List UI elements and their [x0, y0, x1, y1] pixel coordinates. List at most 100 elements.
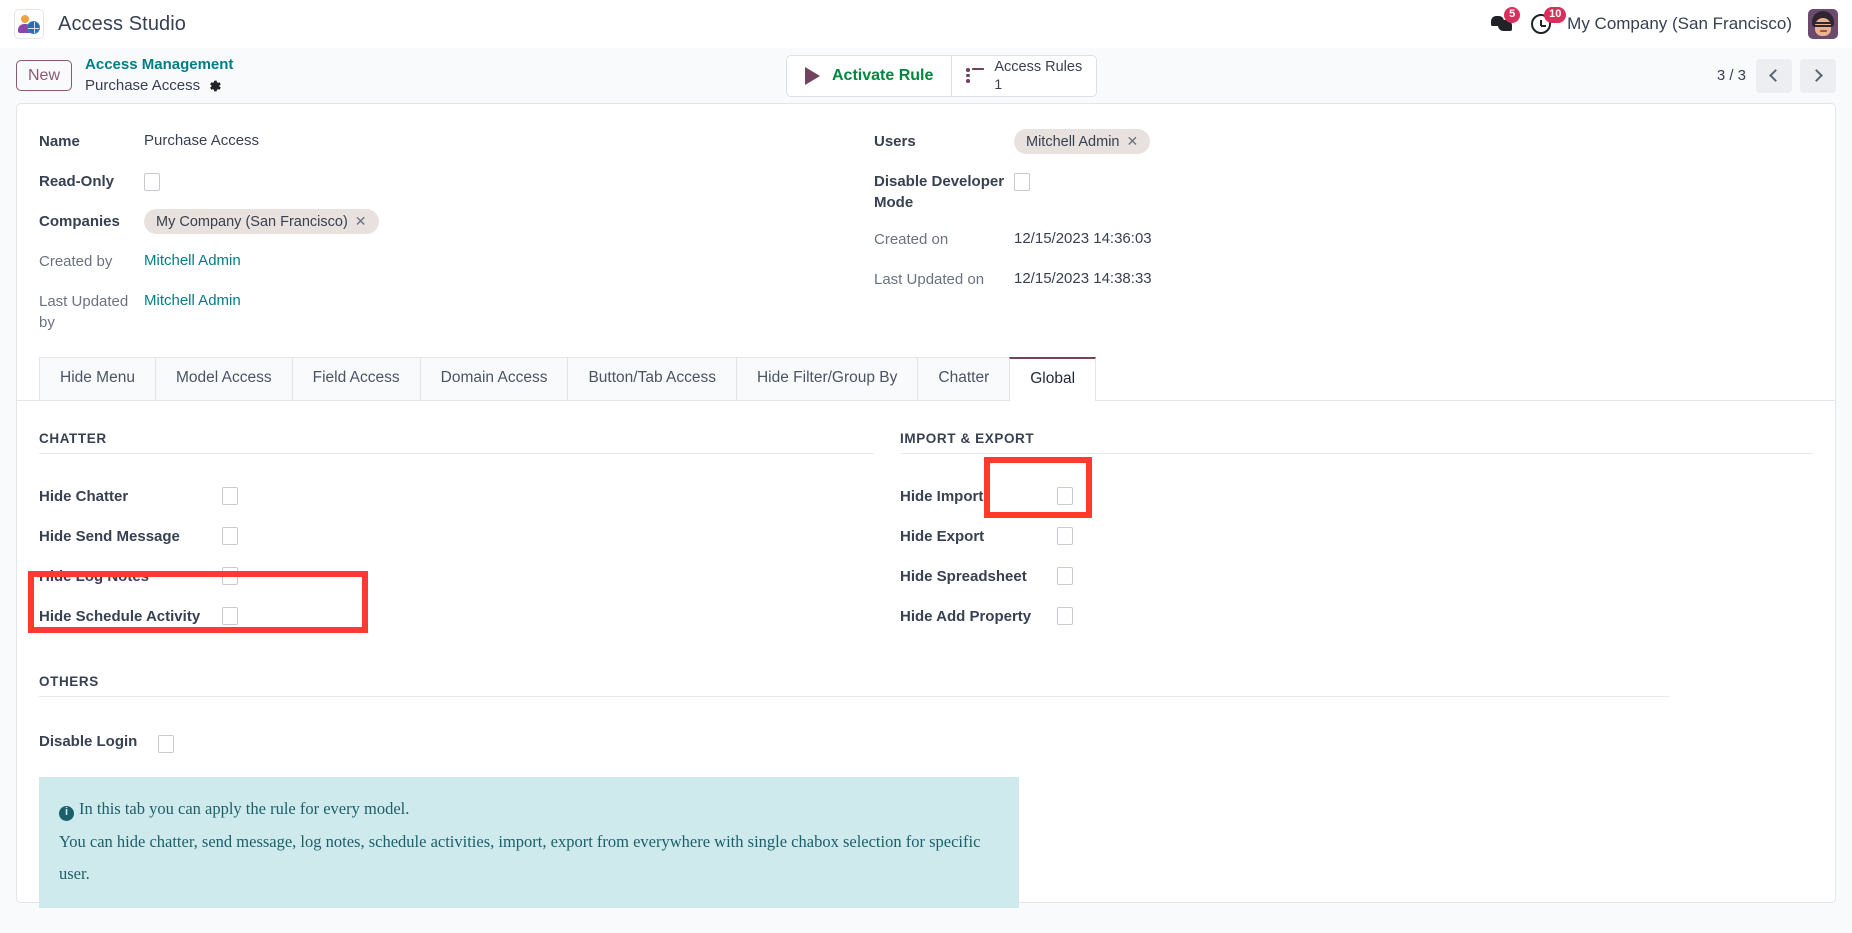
created-on-value: 12/15/2023 14:36:03: [1014, 226, 1152, 247]
breadcrumb-current: Purchase Access: [85, 76, 200, 96]
companies-tag-label: My Company (San Francisco): [156, 214, 348, 230]
companies-tag[interactable]: My Company (San Francisco) ✕: [144, 209, 379, 234]
messages-button[interactable]: 5: [1491, 14, 1515, 34]
form-left-column: Name Purchase Access Read-Only Companies…: [17, 128, 852, 333]
others-group: OTHERS Disable Login: [17, 674, 1835, 763]
avatar[interactable]: [1808, 9, 1838, 39]
last-updated-on-value: 12/15/2023 14:38:33: [1014, 266, 1152, 287]
field-created-on-label: Created on: [874, 226, 1014, 251]
users-tag-label: Mitchell Admin: [1026, 134, 1119, 150]
field-last-updated-on-label: Last Updated on: [874, 266, 1014, 291]
field-read-only: Read-Only: [17, 168, 852, 208]
breadcrumb-parent-link[interactable]: Access Management: [85, 55, 233, 75]
tab-strip: Hide Menu Model Access Field Access Doma…: [17, 357, 1835, 401]
tab-button-tab-access[interactable]: Button/Tab Access: [567, 357, 737, 400]
hide-schedule-activity-label: Hide Schedule Activity: [39, 608, 222, 625]
info-alert-line-2: You can hide chatter, send message, log …: [59, 826, 999, 890]
tab-global[interactable]: Global: [1009, 357, 1096, 401]
disable-login-checkbox[interactable]: [158, 735, 174, 753]
created-by-value[interactable]: Mitchell Admin: [144, 248, 241, 269]
import-export-group: IMPORT & EXPORT Hide Import Hide Export …: [900, 431, 1813, 636]
row-hide-schedule-activity: Hide Schedule Activity: [39, 596, 874, 636]
sheet-wrapper: Name Purchase Access Read-Only Companies…: [0, 103, 1852, 903]
top-navbar: Access Studio 5 10 My Company (San Franc…: [0, 0, 1852, 48]
hide-import-label: Hide Import: [900, 488, 1057, 505]
record-sheet: Name Purchase Access Read-Only Companies…: [16, 103, 1836, 903]
field-companies-label: Companies: [39, 208, 144, 233]
info-alert: i In this tab you can apply the rule for …: [39, 777, 1019, 908]
chatter-group: CHATTER Hide Chatter Hide Send Message H…: [39, 431, 874, 636]
global-tab-content: CHATTER Hide Chatter Hide Send Message H…: [17, 401, 1835, 636]
field-read-only-label: Read-Only: [39, 168, 144, 193]
field-last-updated-on: Last Updated on 12/15/2023 14:38:33: [852, 266, 1835, 306]
hide-add-property-checkbox[interactable]: [1057, 607, 1073, 625]
row-hide-export: Hide Export: [900, 516, 1813, 556]
tab-domain-access[interactable]: Domain Access: [420, 357, 569, 400]
hide-log-notes-checkbox[interactable]: [222, 567, 238, 585]
row-hide-log-notes: Hide Log Notes: [39, 556, 874, 596]
hide-export-label: Hide Export: [900, 528, 1057, 545]
next-record-button[interactable]: [1800, 59, 1836, 93]
activities-button[interactable]: 10: [1531, 14, 1551, 34]
gear-icon[interactable]: [208, 79, 222, 93]
field-name-label: Name: [39, 128, 144, 153]
hide-import-checkbox[interactable]: [1057, 487, 1073, 505]
row-hide-add-property: Hide Add Property: [900, 596, 1813, 636]
activate-rule-button[interactable]: Activate Rule: [787, 56, 952, 96]
info-alert-line-1: i In this tab you can apply the rule for …: [59, 793, 999, 825]
access-rules-label: Access Rules: [994, 59, 1082, 76]
access-studio-logo-icon[interactable]: [14, 9, 44, 39]
field-last-updated-by-label: Last Updated by: [39, 288, 144, 333]
tab-hide-menu[interactable]: Hide Menu: [39, 357, 156, 400]
info-icon: i: [59, 806, 74, 821]
app-title: Access Studio: [58, 13, 186, 36]
access-rules-button[interactable]: Access Rules 1: [952, 56, 1096, 96]
breadcrumb: Access Management Purchase Access: [85, 55, 233, 96]
field-created-by-label: Created by: [39, 248, 144, 273]
field-created-by: Created by Mitchell Admin: [17, 248, 852, 288]
hide-send-message-label: Hide Send Message: [39, 528, 222, 545]
hide-export-checkbox[interactable]: [1057, 527, 1073, 545]
form-right-column: Users Mitchell Admin ✕ Disable Developer…: [852, 128, 1835, 333]
chatter-group-title: CHATTER: [39, 431, 874, 454]
disable-login-label: Disable Login: [39, 733, 158, 750]
tab-chatter[interactable]: Chatter: [917, 357, 1010, 400]
users-tag-remove-icon[interactable]: ✕: [1126, 133, 1138, 150]
hide-spreadsheet-label: Hide Spreadsheet: [900, 568, 1057, 585]
field-disable-developer-mode: Disable Developer Mode: [852, 168, 1835, 226]
field-name-value[interactable]: Purchase Access: [144, 128, 259, 149]
tab-model-access[interactable]: Model Access: [155, 357, 293, 400]
read-only-checkbox[interactable]: [144, 173, 160, 191]
logo-person-head: [21, 15, 29, 23]
hide-chatter-checkbox[interactable]: [222, 487, 238, 505]
tab-hide-filter-group-by[interactable]: Hide Filter/Group By: [736, 357, 918, 400]
company-switcher[interactable]: My Company (San Francisco): [1567, 14, 1792, 34]
others-group-title: OTHERS: [39, 674, 1669, 697]
hide-chatter-label: Hide Chatter: [39, 488, 222, 505]
tab-field-access[interactable]: Field Access: [292, 357, 421, 400]
field-disable-developer-mode-label: Disable Developer Mode: [874, 168, 1014, 213]
hide-send-message-checkbox[interactable]: [222, 527, 238, 545]
chevron-left-icon: [1769, 69, 1782, 82]
header-action-buttons: Activate Rule Access Rules 1: [786, 55, 1097, 97]
companies-tag-remove-icon[interactable]: ✕: [355, 213, 367, 230]
info-alert-text-1: In this tab you can apply the rule for e…: [79, 799, 409, 818]
users-tag[interactable]: Mitchell Admin ✕: [1014, 129, 1150, 154]
pager-count: 3 / 3: [1717, 67, 1746, 84]
activities-badge: 10: [1544, 7, 1566, 23]
row-hide-send-message: Hide Send Message: [39, 516, 874, 556]
access-rules-count: 1: [994, 76, 1002, 92]
hide-schedule-activity-checkbox[interactable]: [222, 607, 238, 625]
disable-developer-mode-checkbox[interactable]: [1014, 173, 1030, 191]
hide-spreadsheet-checkbox[interactable]: [1057, 567, 1073, 585]
new-button[interactable]: New: [16, 60, 72, 91]
hide-add-property-label: Hide Add Property: [900, 608, 1057, 625]
last-updated-by-value[interactable]: Mitchell Admin: [144, 288, 241, 309]
form-grid: Name Purchase Access Read-Only Companies…: [17, 104, 1835, 343]
previous-record-button[interactable]: [1756, 59, 1792, 93]
chevron-right-icon: [1810, 69, 1823, 82]
messages-badge: 5: [1504, 7, 1520, 23]
list-icon: [966, 68, 984, 84]
field-last-updated-by: Last Updated by Mitchell Admin: [17, 288, 852, 333]
field-companies: Companies My Company (San Francisco) ✕: [17, 208, 852, 248]
